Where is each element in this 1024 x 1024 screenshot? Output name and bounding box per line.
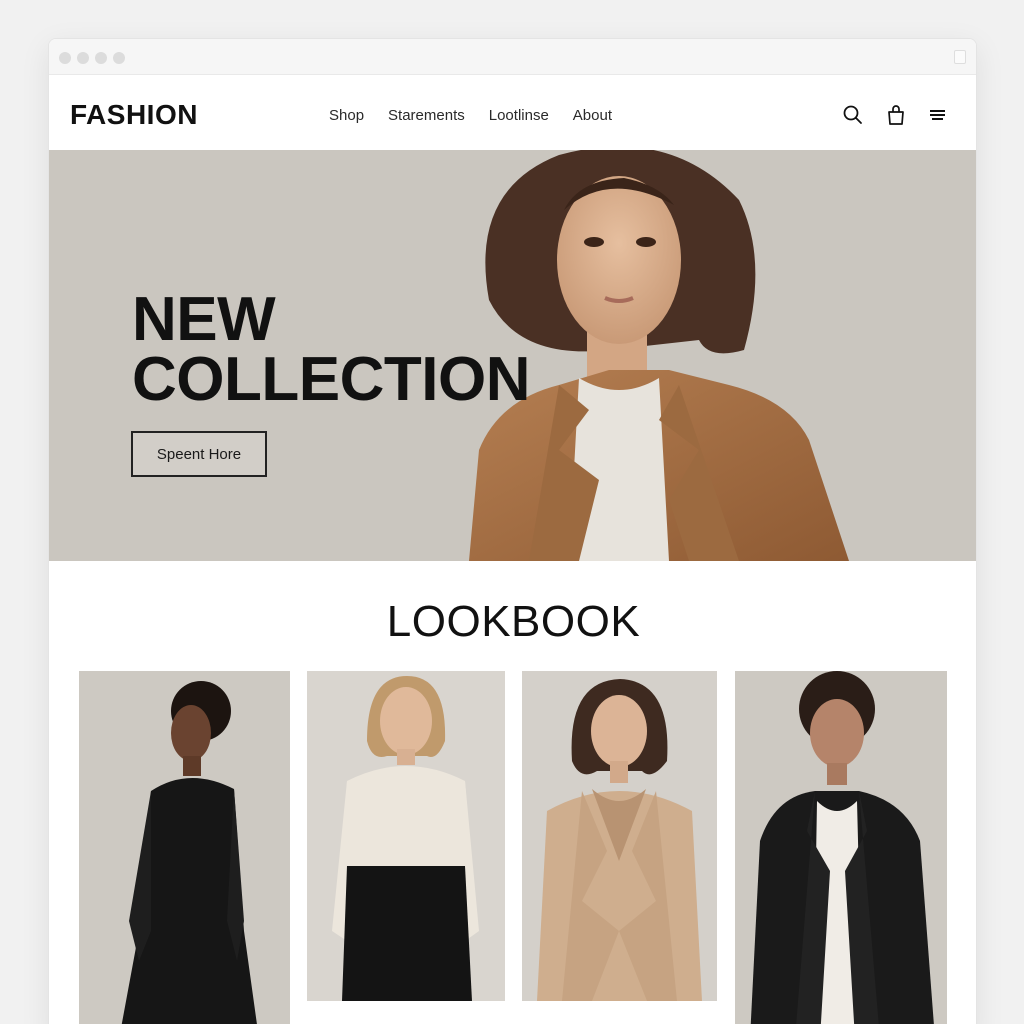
window-dot[interactable] (95, 52, 107, 64)
hero-title-line: COLLECTION (132, 345, 530, 414)
lookbook-card[interactable] (522, 671, 717, 1001)
nav-item-lootlinse[interactable]: Lootlinse (489, 107, 549, 124)
lookbook-card[interactable] (79, 671, 290, 1024)
hero-banner: NEW COLLECTION Speent Hore (49, 150, 976, 561)
bag-icon[interactable] (884, 103, 908, 127)
lookbook-card[interactable] (735, 671, 947, 1024)
window-dot[interactable] (59, 52, 71, 64)
window-dot[interactable] (77, 52, 89, 64)
hero-title-line: NEW (132, 285, 276, 354)
nav-item-starements[interactable]: Starements (388, 107, 465, 124)
lookbook-heading: LOOKBOOK (386, 597, 641, 646)
browser-window: FASHION Shop Starements Lootlinse About (48, 38, 977, 1024)
main-menu: Shop Starements Lootlinse About (329, 107, 612, 124)
menu-icon[interactable] (926, 103, 950, 127)
hero-title: NEW COLLECTION (132, 285, 530, 414)
hero-cta-button[interactable]: Speent Hore (131, 431, 267, 477)
brand-logo[interactable]: FASHION (70, 99, 198, 131)
browser-chrome (49, 39, 976, 75)
lookbook-card[interactable] (307, 671, 505, 1001)
nav-item-shop[interactable]: Shop (329, 107, 364, 124)
window-control[interactable] (954, 50, 966, 64)
search-icon[interactable] (841, 103, 865, 127)
top-nav: FASHION Shop Starements Lootlinse About (49, 75, 976, 150)
nav-item-about[interactable]: About (573, 107, 612, 124)
window-dot[interactable] (113, 52, 125, 64)
